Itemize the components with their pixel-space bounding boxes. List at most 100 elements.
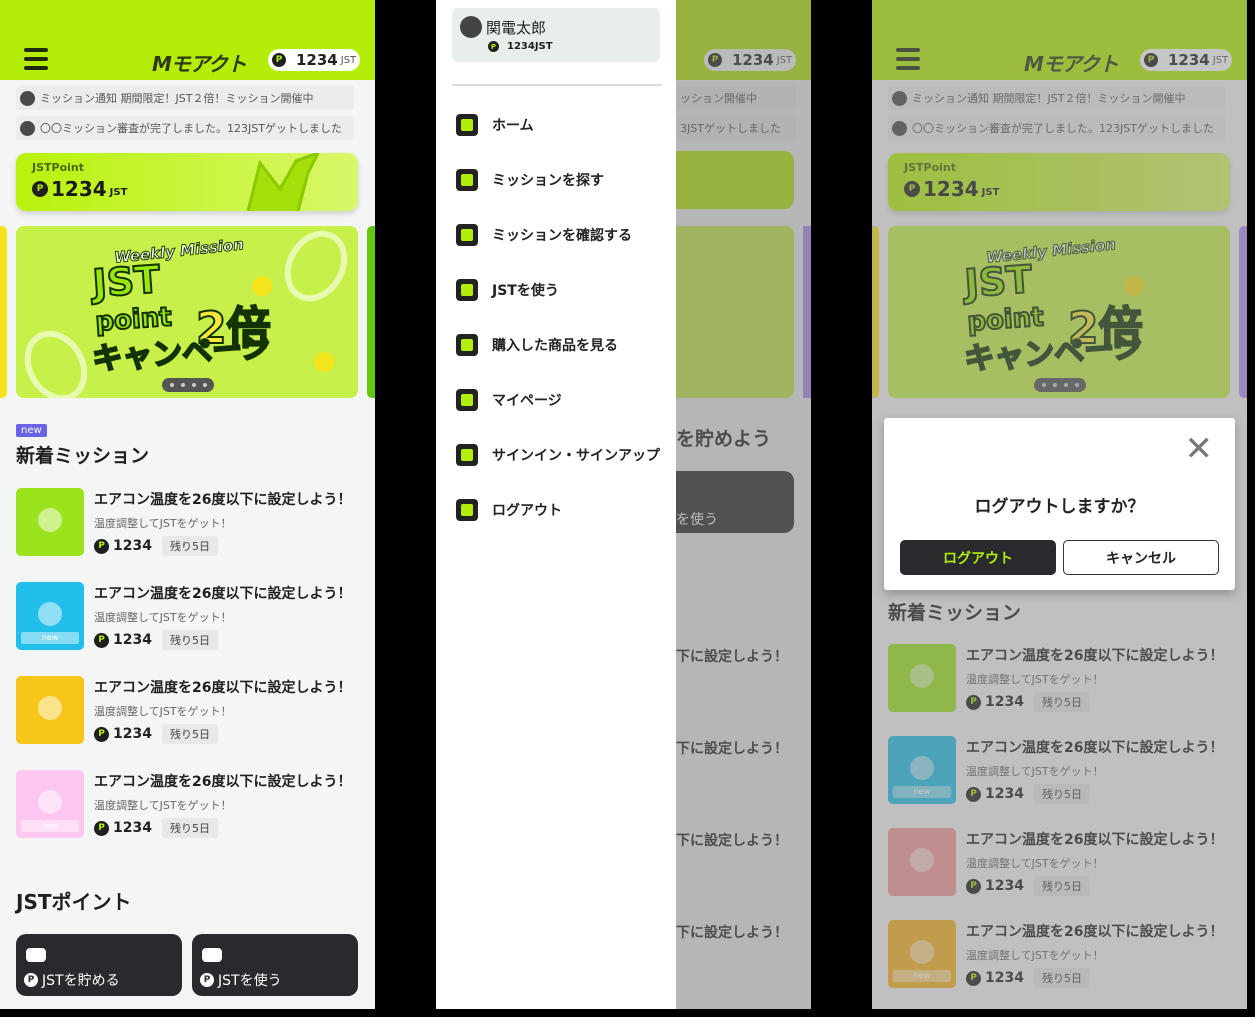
user-profile-box[interactable]: 関電太郎 P 1234JST [452, 8, 660, 62]
mission-list-item[interactable]: エアコン温度を26度以下に設定しよう！ 温度調整してJSTをゲット！ P 1234 残り… [16, 676, 356, 746]
menu-item[interactable]: ミッションを確認する [456, 220, 632, 250]
carousel-prev-peek[interactable] [0, 226, 7, 398]
notice-bar[interactable]: 〇〇ミッション審査が完了しました。123JSTゲットしました [16, 116, 354, 140]
menu-item[interactable]: ミッションを探す [456, 165, 604, 195]
new-label: new [21, 632, 79, 644]
mission-subtitle: 温度調整してJSTをゲット！ [94, 705, 232, 718]
divider [452, 84, 662, 86]
menu-item-icon [456, 389, 478, 411]
points-unit: JST [340, 54, 357, 66]
mission-deadline: 残り5日 [162, 630, 218, 650]
use-jst-button[interactable]: P JSTを使う [192, 934, 358, 996]
menu-item-icon [456, 224, 478, 246]
home-screen: Mモアクト P 1234 JST ミッション通知 期間限定！JST２倍！ミッショ… [0, 0, 375, 1009]
megaphone-icon [20, 120, 35, 136]
mission-icon [38, 602, 62, 626]
menu-item-label: 購入した商品を見る [492, 338, 618, 354]
menu-item-icon [456, 499, 478, 521]
user-name: 関電太郎 [486, 19, 547, 37]
carousel-next-peek[interactable] [367, 226, 375, 398]
coin-icon: P [94, 538, 109, 554]
notice-text: 〇〇ミッション審査が完了しました。123JSTゲットしました [40, 122, 342, 135]
coin-icon: P [94, 632, 109, 648]
point-card-unit: JST [109, 187, 128, 198]
banner-title: JST point [90, 256, 173, 339]
menu-item-label: ミッションを探す [492, 173, 604, 189]
notice-bar[interactable]: ミッション通知 期間限定！JST２倍！ミッション開催中 [16, 86, 354, 110]
mission-icon [38, 696, 62, 720]
menu-item[interactable]: JSTを使う [456, 275, 559, 305]
menu-item-icon [456, 169, 478, 191]
mission-thumbnail [16, 676, 84, 744]
menu-item-icon [456, 114, 478, 136]
new-badge: new [16, 424, 47, 437]
coin-icon: P [488, 41, 499, 52]
menu-item[interactable]: マイページ [456, 385, 562, 415]
app-logo: Mモアクト [152, 52, 247, 76]
save-jst-button[interactable]: P JSTを貯める [16, 934, 182, 996]
mission-points: 1234 [113, 632, 152, 648]
mission-deadline: 残り5日 [162, 818, 218, 838]
logout-dialog: ✕ ログアウトしますか？ ログアウト キャンセル [884, 418, 1235, 590]
mission-title: エアコン温度を26度以下に設定しよう！ [94, 586, 352, 602]
mission-subtitle: 温度調整してJSTをゲット！ [94, 517, 232, 530]
side-menu: 関電太郎 P 1234JST ホームミッションを探すミッションを確認する JSTを使… [436, 0, 676, 1009]
hamburger-menu-icon[interactable] [24, 48, 48, 70]
menu-item-icon [456, 444, 478, 466]
menu-item-label: ログアウト [492, 503, 562, 519]
coin-icon: P [94, 726, 109, 742]
menu-screen: P1234JST ッション開催中 3JSTゲットしました を貯めよう を使う 下… [436, 0, 811, 1009]
campaign-banner[interactable]: Weekly Mission JST point 2倍 キャンペーン [16, 226, 358, 398]
m-logo-icon [246, 153, 320, 211]
mission-icon [38, 790, 62, 814]
mission-points: 1234 [113, 820, 152, 836]
logout-confirm-button[interactable]: ログアウト [900, 540, 1056, 575]
mission-title: エアコン温度を26度以下に設定しよう！ [94, 774, 352, 790]
coin-icon: P [94, 820, 109, 836]
mission-thumbnail: new [16, 770, 84, 838]
header: Mモアクト P 1234 JST [0, 0, 375, 80]
wallet-icon [202, 948, 222, 962]
coin-icon: P [272, 53, 286, 67]
mission-subtitle: 温度調整してJSTをゲット！ [94, 611, 232, 624]
mission-list-item[interactable]: new エアコン温度を26度以下に設定しよう！ 温度調整してJSTをゲット！ P 123… [16, 770, 356, 840]
jst-section-title: JSTポイント [16, 890, 132, 914]
point-card-label: JSTPoint [32, 161, 84, 174]
avatar-icon [460, 16, 482, 38]
mission-subtitle: 温度調整してJSTをゲット！ [94, 799, 232, 812]
close-icon[interactable]: ✕ [1185, 432, 1214, 466]
menu-item-icon [456, 279, 478, 301]
mission-points: 1234 [113, 726, 152, 742]
dialog-question: ログアウトしますか？ [974, 497, 1145, 517]
menu-item-label: マイページ [492, 393, 562, 409]
bell-icon [20, 90, 35, 106]
menu-item-label: ホーム [492, 118, 534, 134]
logout-screen: Mモアクト P 1234 JST ミッション通知 期間限定！JST２倍！ミッション開… [872, 0, 1247, 1009]
menu-item[interactable]: ホーム [456, 110, 534, 140]
menu-item[interactable]: 購入した商品を見る [456, 330, 618, 360]
carousel-dots[interactable] [162, 378, 214, 392]
cancel-button[interactable]: キャンセル [1063, 540, 1219, 575]
menu-item-label: サインイン・サインアップ [492, 448, 660, 464]
section-title: 新着ミッション [16, 445, 150, 467]
mission-list-item[interactable]: new エアコン温度を26度以下に設定しよう！ 温度調整してJSTをゲット！ P 123… [16, 582, 356, 652]
mission-thumbnail: new [16, 582, 84, 650]
mission-title: エアコン温度を26度以下に設定しよう！ [94, 492, 352, 508]
mission-deadline: 残り5日 [162, 724, 218, 744]
save-jst-label: JSTを貯める [42, 973, 120, 989]
point-card-value: 1234 [51, 177, 107, 201]
points-badge[interactable]: P 1234 JST [268, 49, 360, 71]
mission-deadline: 残り5日 [162, 536, 218, 556]
new-label: new [21, 820, 79, 832]
use-jst-label: JSTを使う [218, 973, 282, 989]
point-card[interactable]: JSTPoint P 1234 JST [16, 153, 358, 211]
mission-list-item[interactable]: エアコン温度を26度以下に設定しよう！ 温度調整してJSTをゲット！ P 1234 残り… [16, 488, 356, 558]
mission-thumbnail [16, 488, 84, 556]
mission-points: 1234 [113, 538, 152, 554]
menu-item[interactable]: ログアウト [456, 495, 562, 525]
menu-item-label: ミッションを確認する [492, 228, 632, 244]
menu-item[interactable]: サインイン・サインアップ [456, 440, 660, 470]
coin-icon: P [32, 181, 48, 197]
menu-overlay[interactable] [676, 0, 811, 1009]
mission-icon [38, 508, 62, 532]
